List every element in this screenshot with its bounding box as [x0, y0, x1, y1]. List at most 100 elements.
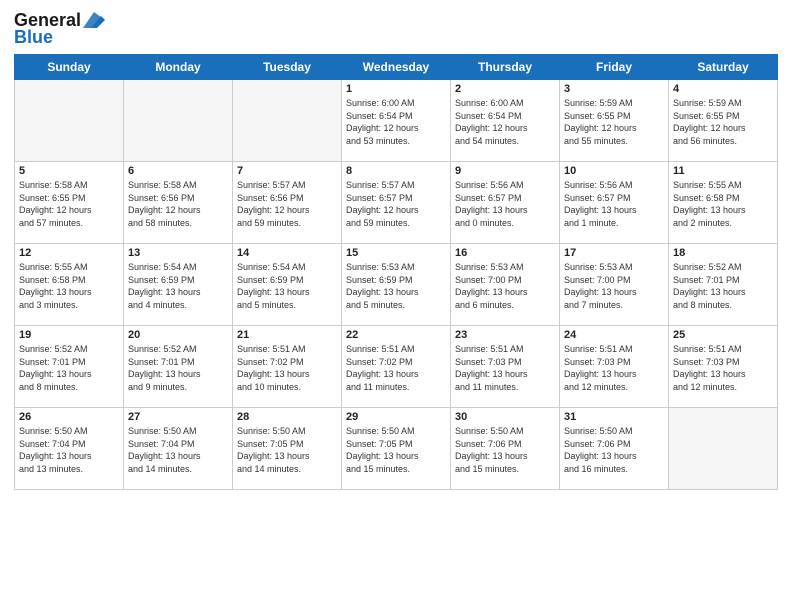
weekday-header-friday: Friday	[560, 55, 669, 80]
day-info: Sunrise: 5:53 AM Sunset: 7:00 PM Dayligh…	[455, 261, 555, 311]
calendar-cell: 15 Sunrise: 5:53 AM Sunset: 6:59 PM Dayli…	[342, 244, 451, 326]
calendar-cell: 11 Sunrise: 5:55 AM Sunset: 6:58 PM Dayli…	[669, 162, 778, 244]
calendar-cell: 24 Sunrise: 5:51 AM Sunset: 7:03 PM Dayli…	[560, 326, 669, 408]
calendar-cell: 10Sunrise: 5:56 AM Sunset: 6:57 PM Dayli…	[560, 162, 669, 244]
day-number: 23	[455, 329, 555, 341]
calendar-cell: 20 Sunrise: 5:52 AM Sunset: 7:01 PM Dayli…	[124, 326, 233, 408]
calendar-cell: 9 Sunrise: 5:56 AM Sunset: 6:57 PM Daylig…	[451, 162, 560, 244]
day-info: Sunrise: 5:53 AM Sunset: 7:00 PM Dayligh…	[564, 261, 664, 311]
calendar-cell: 22 Sunrise: 5:51 AM Sunset: 7:02 PM Dayli…	[342, 326, 451, 408]
logo: General Blue	[14, 10, 105, 48]
day-number: 26	[19, 411, 119, 423]
day-info: Sunrise: 6:00 AM Sunset: 6:54 PM Dayligh…	[455, 97, 555, 147]
day-info: Sunrise: 5:53 AM Sunset: 6:59 PM Dayligh…	[346, 261, 446, 311]
calendar-cell: 21 Sunrise: 5:51 AM Sunset: 7:02 PM Dayli…	[233, 326, 342, 408]
day-number: 9	[455, 165, 555, 177]
calendar-cell: 3 Sunrise: 5:59 AM Sunset: 6:55 PM Daylig…	[560, 80, 669, 162]
day-number: 4	[673, 83, 773, 95]
day-number: 30	[455, 411, 555, 423]
day-info: Sunrise: 5:51 AM Sunset: 7:02 PM Dayligh…	[346, 343, 446, 393]
day-info: Sunrise: 5:52 AM Sunset: 7:01 PM Dayligh…	[673, 261, 773, 311]
day-info: Sunrise: 5:55 AM Sunset: 6:58 PM Dayligh…	[673, 179, 773, 229]
calendar-cell: 2 Sunrise: 6:00 AM Sunset: 6:54 PM Daylig…	[451, 80, 560, 162]
calendar-cell	[15, 80, 124, 162]
day-info: Sunrise: 5:50 AM Sunset: 7:04 PM Dayligh…	[19, 425, 119, 475]
day-info: Sunrise: 5:51 AM Sunset: 7:02 PM Dayligh…	[237, 343, 337, 393]
day-number: 18	[673, 247, 773, 259]
calendar-cell: 14Sunrise: 5:54 AM Sunset: 6:59 PM Dayli…	[233, 244, 342, 326]
day-number: 1	[346, 83, 446, 95]
calendar-week-4: 19 Sunrise: 5:52 AM Sunset: 7:01 PM Dayli…	[15, 326, 778, 408]
day-number: 28	[237, 411, 337, 423]
day-number: 20	[128, 329, 228, 341]
calendar-table: SundayMondayTuesdayWednesdayThursdayFrid…	[14, 54, 778, 490]
weekday-header-thursday: Thursday	[451, 55, 560, 80]
calendar-week-3: 12 Sunrise: 5:55 AM Sunset: 6:58 PM Dayli…	[15, 244, 778, 326]
day-info: Sunrise: 5:59 AM Sunset: 6:55 PM Dayligh…	[564, 97, 664, 147]
day-number: 31	[564, 411, 664, 423]
day-number: 19	[19, 329, 119, 341]
calendar-cell: 8 Sunrise: 5:57 AM Sunset: 6:57 PM Daylig…	[342, 162, 451, 244]
day-number: 25	[673, 329, 773, 341]
day-info: Sunrise: 5:57 AM Sunset: 6:57 PM Dayligh…	[346, 179, 446, 229]
calendar-cell: 7Sunrise: 5:57 AM Sunset: 6:56 PM Daylig…	[233, 162, 342, 244]
day-info: Sunrise: 5:55 AM Sunset: 6:58 PM Dayligh…	[19, 261, 119, 311]
logo-icon	[83, 12, 105, 28]
day-number: 22	[346, 329, 446, 341]
day-info: Sunrise: 5:50 AM Sunset: 7:05 PM Dayligh…	[346, 425, 446, 475]
day-info: Sunrise: 5:50 AM Sunset: 7:06 PM Dayligh…	[455, 425, 555, 475]
calendar-cell: 5 Sunrise: 5:58 AM Sunset: 6:55 PM Daylig…	[15, 162, 124, 244]
day-info: Sunrise: 5:57 AM Sunset: 6:56 PM Dayligh…	[237, 179, 337, 229]
calendar-cell: 19 Sunrise: 5:52 AM Sunset: 7:01 PM Dayli…	[15, 326, 124, 408]
day-number: 5	[19, 165, 119, 177]
calendar-week-1: 1 Sunrise: 6:00 AM Sunset: 6:54 PM Daylig…	[15, 80, 778, 162]
weekday-header-sunday: Sunday	[15, 55, 124, 80]
day-number: 17	[564, 247, 664, 259]
day-number: 8	[346, 165, 446, 177]
day-number: 2	[455, 83, 555, 95]
day-info: Sunrise: 5:51 AM Sunset: 7:03 PM Dayligh…	[455, 343, 555, 393]
day-info: Sunrise: 6:00 AM Sunset: 6:54 PM Dayligh…	[346, 97, 446, 147]
calendar-cell: 30 Sunrise: 5:50 AM Sunset: 7:06 PM Dayli…	[451, 408, 560, 490]
calendar-cell	[669, 408, 778, 490]
weekday-header-saturday: Saturday	[669, 55, 778, 80]
day-number: 3	[564, 83, 664, 95]
day-number: 29	[346, 411, 446, 423]
calendar-cell: 25Sunrise: 5:51 AM Sunset: 7:03 PM Dayli…	[669, 326, 778, 408]
day-number: 11	[673, 165, 773, 177]
header: General Blue	[14, 10, 778, 48]
calendar-cell: 1 Sunrise: 6:00 AM Sunset: 6:54 PM Daylig…	[342, 80, 451, 162]
weekday-header-tuesday: Tuesday	[233, 55, 342, 80]
calendar-cell: 26 Sunrise: 5:50 AM Sunset: 7:04 PM Dayli…	[15, 408, 124, 490]
calendar-cell: 23 Sunrise: 5:51 AM Sunset: 7:03 PM Dayli…	[451, 326, 560, 408]
day-number: 16	[455, 247, 555, 259]
day-number: 12	[19, 247, 119, 259]
day-info: Sunrise: 5:56 AM Sunset: 6:57 PM Dayligh…	[455, 179, 555, 229]
calendar-cell	[124, 80, 233, 162]
day-number: 14	[237, 247, 337, 259]
day-info: Sunrise: 5:58 AM Sunset: 6:55 PM Dayligh…	[19, 179, 119, 229]
day-info: Sunrise: 5:52 AM Sunset: 7:01 PM Dayligh…	[128, 343, 228, 393]
weekday-header-row: SundayMondayTuesdayWednesdayThursdayFrid…	[15, 55, 778, 80]
day-number: 15	[346, 247, 446, 259]
page: General Blue SundayMondayTuesdayWednesda…	[0, 0, 792, 612]
day-number: 27	[128, 411, 228, 423]
day-number: 21	[237, 329, 337, 341]
day-info: Sunrise: 5:59 AM Sunset: 6:55 PM Dayligh…	[673, 97, 773, 147]
calendar-cell: 6Sunrise: 5:58 AM Sunset: 6:56 PM Daylig…	[124, 162, 233, 244]
day-info: Sunrise: 5:51 AM Sunset: 7:03 PM Dayligh…	[564, 343, 664, 393]
day-number: 6	[128, 165, 228, 177]
logo-blue: Blue	[14, 27, 53, 48]
calendar-week-2: 5 Sunrise: 5:58 AM Sunset: 6:55 PM Daylig…	[15, 162, 778, 244]
day-number: 24	[564, 329, 664, 341]
calendar-cell: 13 Sunrise: 5:54 AM Sunset: 6:59 PM Dayli…	[124, 244, 233, 326]
day-info: Sunrise: 5:54 AM Sunset: 6:59 PM Dayligh…	[128, 261, 228, 311]
day-info: Sunrise: 5:50 AM Sunset: 7:05 PM Dayligh…	[237, 425, 337, 475]
calendar-cell: 17 Sunrise: 5:53 AM Sunset: 7:00 PM Dayli…	[560, 244, 669, 326]
day-number: 13	[128, 247, 228, 259]
calendar-cell	[233, 80, 342, 162]
day-number: 10	[564, 165, 664, 177]
calendar-cell: 18 Sunrise: 5:52 AM Sunset: 7:01 PM Dayli…	[669, 244, 778, 326]
calendar-cell: 4 Sunrise: 5:59 AM Sunset: 6:55 PM Daylig…	[669, 80, 778, 162]
day-info: Sunrise: 5:52 AM Sunset: 7:01 PM Dayligh…	[19, 343, 119, 393]
